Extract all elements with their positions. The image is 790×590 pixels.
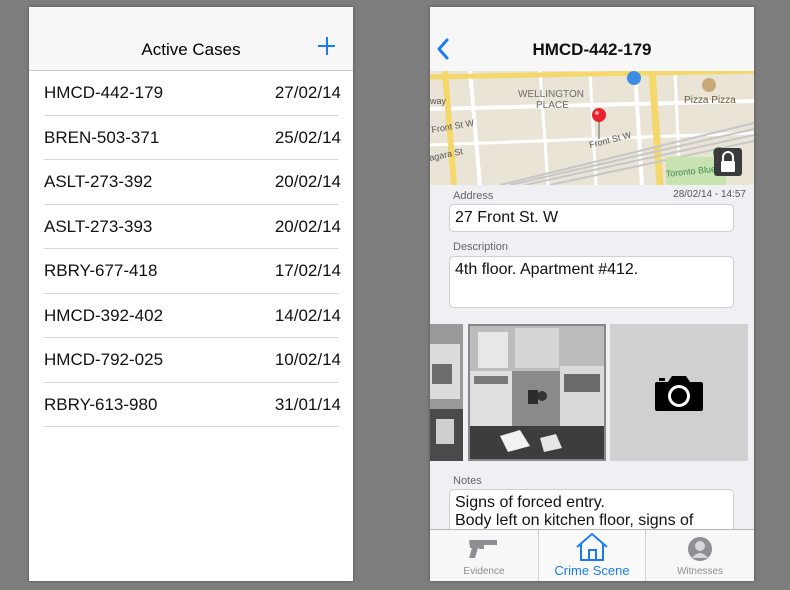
- case-list: HMCD-442-179 27/02/14 BREN-503-371 25/02…: [29, 71, 353, 427]
- tab-crime-scene[interactable]: Crime Scene: [538, 530, 646, 581]
- address-field[interactable]: 27 Front St. W: [449, 204, 734, 232]
- case-date: 17/02/14: [274, 261, 341, 280]
- timestamp: 28/02/14 - 14:57: [673, 189, 746, 200]
- map-label: way: [430, 96, 447, 106]
- tab-witnesses[interactable]: Witnesses: [646, 530, 754, 581]
- case-id: BREN-503-371: [44, 127, 160, 147]
- description-label: Description: [453, 241, 509, 253]
- add-case-button[interactable]: [315, 33, 339, 59]
- photo-thumbnail: [470, 326, 604, 459]
- case-date: 25/02/14: [274, 127, 341, 147]
- case-id: HMCD-792-025: [44, 350, 164, 369]
- location-map[interactable]: WELLINGTON PLACE Front St W Front St W a…: [430, 68, 754, 186]
- case-row[interactable]: RBRY-677-418 17/02/14: [29, 249, 353, 294]
- lock-icon: [721, 151, 735, 172]
- case-date: 14/02/14: [274, 305, 341, 325]
- case-id: RBRY-677-418: [44, 261, 158, 280]
- case-row[interactable]: HMCD-392-402 14/02/14: [29, 294, 353, 339]
- notes-field[interactable]: Signs of forced entry. Body left on kitc…: [449, 489, 734, 534]
- case-date: 20/02/14: [274, 216, 341, 236]
- map-label: PLACE: [536, 100, 569, 111]
- case-row[interactable]: BREN-503-371 25/02/14: [29, 116, 353, 161]
- case-date: 31/01/14: [274, 394, 341, 414]
- gun-icon: [469, 540, 497, 558]
- tab-label: Crime Scene: [554, 563, 630, 578]
- case-row[interactable]: ASLT-273-392 20/02/14: [29, 160, 353, 205]
- case-id: ASLT-273-392: [44, 172, 153, 191]
- tab-bar: Evidence Crime Scene Witnesses: [430, 529, 754, 581]
- add-photo-button[interactable]: [610, 324, 748, 461]
- case-id: ASLT-273-393: [44, 216, 153, 236]
- page-title: Active Cases: [141, 40, 241, 59]
- address-label: Address: [453, 190, 494, 202]
- notes-line: Signs of forced entry.: [455, 494, 605, 511]
- case-row[interactable]: ASLT-273-393 20/02/14: [29, 205, 353, 250]
- photo-thumbnail: [430, 324, 463, 461]
- navigation-bar: Active Cases: [29, 7, 353, 71]
- page-title: HMCD-442-179: [532, 40, 652, 59]
- case-row[interactable]: RBRY-613-980 31/01/14: [29, 383, 353, 428]
- case-detail-screen: HMCD-442-179 WELLINGTON PLACE Front St W…: [430, 7, 754, 581]
- tab-evidence[interactable]: Evidence: [430, 530, 538, 581]
- case-date: 10/02/14: [274, 350, 341, 369]
- house-icon: [576, 533, 608, 561]
- tab-label: Witnesses: [676, 566, 724, 577]
- description-field[interactable]: 4th floor. Apartment #412.: [449, 256, 734, 308]
- case-id: HMCD-392-402: [44, 305, 164, 325]
- camera-icon: [655, 376, 703, 411]
- notes-label: Notes: [453, 475, 482, 487]
- navigation-bar: HMCD-442-179: [430, 7, 754, 71]
- case-row[interactable]: HMCD-442-179 27/02/14: [29, 71, 353, 116]
- lock-button[interactable]: [714, 148, 742, 176]
- map-graphic: WELLINGTON PLACE Front St W Front St W a…: [430, 68, 754, 186]
- tab-label: Evidence: [463, 566, 505, 577]
- notes-line: Body left on kitchen floor, signs of: [455, 512, 694, 529]
- map-label: Pizza Pizza: [684, 95, 736, 106]
- scene-photo[interactable]: [430, 324, 463, 461]
- photo-strip[interactable]: [430, 324, 754, 461]
- map-label: WELLINGTON: [518, 89, 584, 100]
- person-icon: [688, 537, 712, 561]
- case-list-screen: Active Cases HMCD-442-179 27/02/14 BREN-…: [29, 7, 353, 581]
- case-date: 27/02/14: [274, 83, 341, 102]
- case-row[interactable]: HMCD-792-025 10/02/14: [29, 338, 353, 383]
- case-date: 20/02/14: [274, 172, 341, 191]
- scene-photo[interactable]: [468, 324, 606, 461]
- case-id: RBRY-613-980: [44, 394, 158, 414]
- case-id: HMCD-442-179: [44, 83, 164, 102]
